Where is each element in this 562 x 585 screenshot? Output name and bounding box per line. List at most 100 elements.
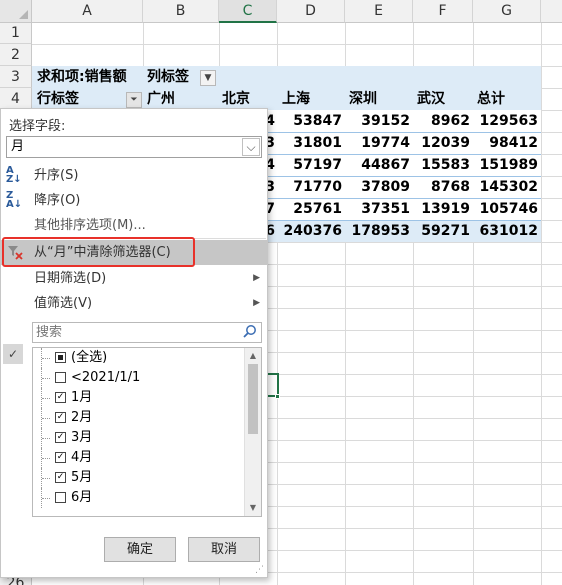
list-item-label: 3月 xyxy=(71,430,93,445)
search-icon[interactable] xyxy=(242,324,258,340)
pivot-row-labels[interactable]: 行标签 xyxy=(37,89,79,110)
list-scrollbar[interactable]: ▲ ▼ xyxy=(244,348,261,516)
date-filter-item[interactable]: 日期筛选(D) ▶ xyxy=(1,266,267,291)
submenu-arrow-icon: ▶ xyxy=(253,298,260,308)
pivot-cell[interactable]: 240376 xyxy=(279,221,342,242)
more-sort-options-item[interactable]: 其他排序选项(M)... xyxy=(1,213,267,238)
search-input[interactable]: 搜索 xyxy=(32,322,262,343)
pivot-cell[interactable]: 8768 xyxy=(415,177,470,198)
pivot-cell[interactable]: 39152 xyxy=(347,111,410,132)
highlight-annotation-box xyxy=(2,237,195,267)
pivot-cell[interactable]: 44867 xyxy=(347,155,410,176)
pivot-cell[interactable]: 105746 xyxy=(475,199,538,220)
pivot-value-caption[interactable]: 求和项:销售额 xyxy=(37,67,127,88)
city-header: 武汉 xyxy=(417,91,445,107)
filter-applied-check-icon: ✓ xyxy=(3,344,23,364)
row-header-4[interactable]: 4 xyxy=(0,88,32,110)
chevron-down-icon[interactable]: ⌵ xyxy=(242,138,260,156)
column-header-c[interactable]: C xyxy=(219,0,277,23)
tree-connector xyxy=(41,428,55,448)
pivot-cell[interactable]: 53847 xyxy=(279,111,342,132)
scroll-down-icon[interactable]: ▼ xyxy=(245,500,261,516)
column-filter-dropdown-icon[interactable]: ▼ xyxy=(200,70,216,86)
more-sort-options-label: 其他排序选项(M)... xyxy=(34,218,146,233)
column-header-d[interactable]: D xyxy=(277,0,345,23)
checkbox-checked[interactable]: ✓ xyxy=(55,412,66,423)
tree-connector xyxy=(41,408,55,428)
select-all-corner[interactable] xyxy=(0,0,32,23)
list-item-label: (全选) xyxy=(71,350,108,365)
cancel-button[interactable]: 取消 xyxy=(188,537,260,562)
pivot-cell[interactable]: 98412 xyxy=(475,133,538,154)
pivot-cell[interactable]: 8962 xyxy=(415,111,470,132)
row-header-3[interactable]: 3 xyxy=(0,66,32,88)
city-header: 深圳 xyxy=(349,91,377,107)
list-item-label: 6月 xyxy=(71,490,93,505)
sort-ascending-icon: A Z↓ xyxy=(6,165,22,185)
city-header: 北京 xyxy=(222,91,250,107)
column-header-e[interactable]: E xyxy=(345,0,413,23)
scroll-thumb[interactable] xyxy=(248,364,258,434)
grid-line xyxy=(32,44,562,45)
grid-line xyxy=(541,23,542,585)
pivot-cell[interactable]: 25761 xyxy=(279,199,342,220)
pivot-cell[interactable]: 19774 xyxy=(347,133,410,154)
checkbox-checked[interactable]: ✓ xyxy=(55,392,66,403)
pivot-cell[interactable]: 15583 xyxy=(415,155,470,176)
pivot-cell[interactable]: 631012 xyxy=(475,221,538,242)
checkbox-unchecked[interactable] xyxy=(55,492,66,503)
city-header: 上海 xyxy=(282,91,310,107)
list-item-label: <2021/1/1 xyxy=(71,370,141,385)
list-item-label: 4月 xyxy=(71,450,93,465)
tree-connector xyxy=(41,488,55,508)
pivot-cell[interactable]: 71770 xyxy=(279,177,342,198)
city-header: 总计 xyxy=(477,91,505,107)
column-header-b[interactable]: B xyxy=(143,0,219,23)
pivot-cell[interactable]: 59271 xyxy=(415,221,470,242)
scroll-up-icon[interactable]: ▲ xyxy=(245,348,261,364)
pivot-cell[interactable]: 178953 xyxy=(347,221,410,242)
row-header-2[interactable]: 2 xyxy=(0,44,32,66)
sort-ascending-label: 升序(S) xyxy=(34,168,79,183)
search-placeholder: 搜索 xyxy=(36,325,63,340)
sort-descending-label: 降序(O) xyxy=(34,193,81,208)
list-item-label: 2月 xyxy=(71,410,93,425)
pivot-column-labels[interactable]: 列标签 xyxy=(147,67,189,88)
column-header-h[interactable] xyxy=(541,0,562,23)
tree-connector xyxy=(41,348,55,368)
checkbox-checked[interactable]: ✓ xyxy=(55,472,66,483)
pivot-cell[interactable]: 151989 xyxy=(475,155,538,176)
fill-handle[interactable] xyxy=(275,394,280,399)
pivot-cell[interactable]: 12039 xyxy=(415,133,470,154)
checkbox-unchecked[interactable] xyxy=(55,372,66,383)
sort-descending-item[interactable]: Z A↓ 降序(O) xyxy=(1,188,267,213)
pivot-cell[interactable]: 13919 xyxy=(415,199,470,220)
row-header-1[interactable]: 1 xyxy=(0,23,32,44)
sort-ascending-item[interactable]: A Z↓ 升序(S) xyxy=(1,163,267,188)
value-filter-item[interactable]: 值筛选(V) ▶ xyxy=(1,291,267,316)
column-header-f[interactable]: F xyxy=(413,0,473,23)
ok-button[interactable]: 确定 xyxy=(104,537,176,562)
pivot-cell[interactable]: 37351 xyxy=(347,199,410,220)
pivot-cell[interactable]: 145302 xyxy=(475,177,538,198)
pivot-cell[interactable]: 31801 xyxy=(279,133,342,154)
pivot-cell[interactable]: 57197 xyxy=(279,155,342,176)
row-filter-active-icon[interactable]: ⏷ xyxy=(126,92,142,108)
field-select-value: 月 xyxy=(11,139,25,154)
resize-grip-icon[interactable]: ⋰ xyxy=(255,565,265,575)
value-filter-label: 值筛选(V) xyxy=(34,296,93,311)
checkbox-checked[interactable]: ✓ xyxy=(55,432,66,443)
filter-values-list[interactable]: (全选) <2021/1/1 ✓ 1月 ✓ 2月 ✓ 3月 ✓ 4月 ✓ 5月 … xyxy=(32,347,262,517)
field-select[interactable]: 月 ⌵ xyxy=(6,136,262,158)
tree-connector xyxy=(41,388,55,408)
checkbox-mixed[interactable] xyxy=(55,352,66,363)
checkbox-checked[interactable]: ✓ xyxy=(55,452,66,463)
tree-connector xyxy=(41,468,55,488)
sort-descending-icon: Z A↓ xyxy=(6,190,23,210)
pivot-filter-dropdown: 选择字段: 月 ⌵ A Z↓ 升序(S) Z A↓ 降序(O) 其他排序选项(M).… xyxy=(0,108,268,578)
column-header-g[interactable]: G xyxy=(473,0,541,23)
column-header-a[interactable]: A xyxy=(32,0,143,23)
pivot-cell[interactable]: 37809 xyxy=(347,177,410,198)
tree-connector xyxy=(41,448,55,468)
pivot-cell[interactable]: 129563 xyxy=(475,111,538,132)
